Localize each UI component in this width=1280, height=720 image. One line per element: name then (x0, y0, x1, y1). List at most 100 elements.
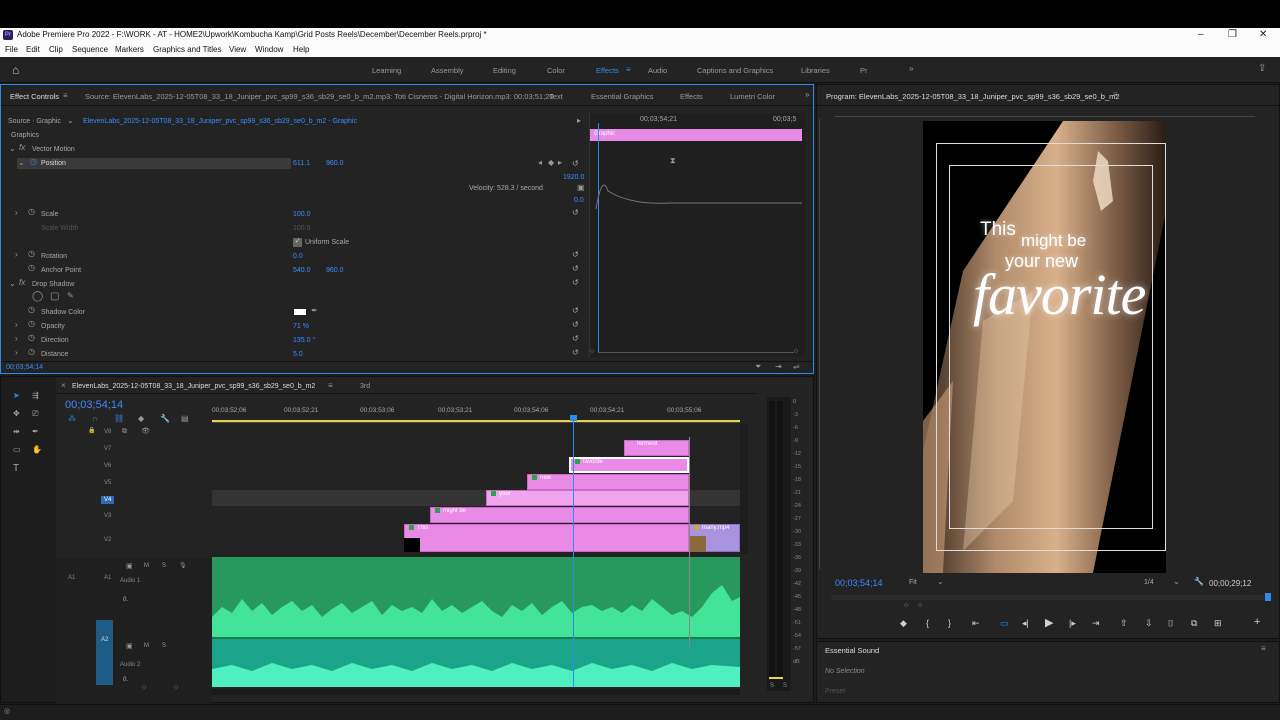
track-v8[interactable]: V8 (104, 429, 111, 435)
slip-tool-icon[interactable]: ⇹ (13, 427, 20, 436)
export-frame-icon[interactable]: ⇥ (775, 363, 782, 371)
solo-a2[interactable]: S (162, 643, 166, 649)
direction-value[interactable]: 135.0 ° (293, 337, 315, 344)
snap-icon[interactable]: ∩ (92, 415, 98, 423)
menu-view[interactable]: View (229, 45, 246, 54)
stopwatch-scale-icon[interactable]: ◷ (28, 208, 35, 216)
go-to-out-icon[interactable]: ⇥ (1092, 618, 1100, 629)
anchor-y[interactable]: 960.0 (326, 267, 344, 274)
track-v5[interactable]: V5 (104, 480, 111, 486)
meter-solo-left[interactable]: S (770, 683, 774, 689)
shadow-color-swatch[interactable] (294, 309, 306, 315)
stopwatch-icon[interactable]: ◷ (30, 158, 37, 166)
track-v2[interactable]: V2 (104, 537, 111, 543)
menu-file[interactable]: File (5, 45, 18, 54)
track-a2[interactable]: A2 (101, 637, 108, 643)
expand-scale-icon[interactable]: › (15, 209, 18, 217)
loop-icon[interactable]: ▭ (1000, 618, 1009, 629)
tab-effect-controls[interactable]: Effect Controls (10, 92, 59, 101)
more-workspaces-icon[interactable]: » (909, 65, 913, 73)
settings-wrench-icon[interactable]: 🔧 (160, 415, 170, 423)
pen-mask-icon[interactable]: ✎ (67, 292, 74, 300)
vr-icon[interactable]: ⊞ (1214, 618, 1222, 629)
share-icon[interactable]: ⇪ (1258, 64, 1266, 74)
add-marker-timeline-icon[interactable]: ◆ (138, 415, 144, 423)
scroll-handle-left[interactable]: ○ (142, 684, 146, 691)
workspace-editing[interactable]: Editing (493, 66, 516, 75)
track-select-tool-icon[interactable]: ⇶ (32, 391, 39, 400)
fit-dropdown[interactable]: Fit (909, 579, 917, 586)
stopwatch-anchor-icon[interactable]: ◷ (28, 264, 35, 272)
workspace-pr[interactable]: Pr (860, 66, 868, 75)
fit-chevron-icon[interactable]: ⌄ (937, 578, 944, 586)
track-v6[interactable]: V6 (104, 463, 111, 469)
mic-a1-icon[interactable]: 🎙 (179, 563, 187, 569)
tab-essential-graphics[interactable]: Essential Graphics (591, 92, 654, 101)
reset-anchor-icon[interactable]: ↺ (572, 264, 579, 273)
solo-a1[interactable]: S (162, 563, 166, 569)
zoom-handle-right[interactable]: ○ (918, 602, 922, 609)
clip-favorite[interactable]: favorite (569, 457, 689, 473)
opacity-value[interactable]: 71 % (293, 323, 309, 330)
checkbox-icon[interactable]: ✓ (293, 238, 302, 247)
expand-rotation-icon[interactable]: › (15, 251, 18, 259)
panel-menu-icon[interactable]: ≡ (63, 92, 68, 100)
workspace-learning[interactable]: Learning (372, 66, 401, 75)
essential-sound-menu-icon[interactable]: ≡ (1261, 645, 1266, 653)
zoom-max-handle[interactable]: ○ (794, 348, 798, 355)
chevron-down-icon[interactable]: ⌄ (67, 117, 74, 125)
clip-path[interactable]: ElevenLabs_2025-12-05T08_33_18_Juniper_p… (83, 118, 357, 125)
menu-markers[interactable]: Markers (115, 45, 144, 54)
text-favorite[interactable]: favorite (973, 261, 1146, 328)
reset-distance-icon[interactable]: ↺ (572, 348, 579, 357)
zoom-handle-left[interactable]: ○ (904, 602, 908, 609)
button-editor-icon[interactable]: + (1254, 616, 1260, 628)
step-back-icon[interactable]: ◂| (1022, 618, 1029, 629)
rotation-value[interactable]: 0.0 (293, 253, 303, 260)
ellipse-mask-icon[interactable]: ◯ (32, 292, 43, 302)
mute-m-a1[interactable]: M (144, 563, 149, 569)
multicam-icon[interactable]: ⧉ (1191, 618, 1197, 629)
menu-clip[interactable]: Clip (49, 45, 63, 54)
mark-out-icon[interactable]: } (948, 618, 951, 628)
captions-icon[interactable]: ▤ (181, 415, 189, 423)
ec-mini-clip[interactable]: Graphic (590, 129, 802, 141)
razor-tool-icon[interactable]: ⎚ (32, 409, 38, 419)
audio-clip-a1[interactable] (212, 557, 740, 637)
close-icon[interactable]: ✕ (1259, 29, 1267, 40)
sync-lock-icon[interactable]: ⧉ (122, 428, 127, 435)
track-a1-id[interactable]: A1 (104, 575, 111, 581)
type-tool-icon[interactable]: T (13, 463, 19, 474)
quality-dropdown[interactable]: 1/4 (1144, 579, 1154, 586)
meter-solo-right[interactable]: S (783, 683, 787, 689)
menu-edit[interactable]: Edit (26, 45, 40, 54)
mute-m-a2[interactable]: M (144, 643, 149, 649)
selection-tool-icon[interactable]: ➤ (13, 391, 20, 400)
program-playhead[interactable] (1265, 593, 1271, 601)
track-v4[interactable]: V4 (101, 496, 115, 504)
sequence-tab-3rd[interactable]: 3rd (360, 383, 370, 390)
a2-target[interactable]: A2 (96, 620, 113, 685)
clip-your[interactable]: your (486, 490, 689, 506)
tab-source[interactable]: Source: ElevenLabs_2025-12-05T08_33_18_J… (85, 92, 554, 101)
a1-level[interactable]: 0. (123, 597, 128, 603)
stopwatch-rotation-icon[interactable]: ◷ (28, 250, 35, 258)
reset-direction-icon[interactable]: ↺ (572, 334, 579, 343)
workspace-effects[interactable]: Effects (596, 66, 619, 75)
stopwatch-opacity-icon[interactable]: ◷ (28, 320, 35, 328)
rect-mask-icon[interactable]: ▢ (50, 292, 59, 302)
reset-opacity-icon[interactable]: ↺ (572, 320, 579, 329)
mute-a1-icon[interactable]: ▣ (126, 563, 133, 570)
text-this[interactable]: This (980, 219, 1016, 241)
workspace-libraries[interactable]: Libraries (801, 66, 830, 75)
stopwatch-shadow-color-icon[interactable]: ◷ (28, 306, 35, 314)
rectangle-tool-icon[interactable]: ▭ (13, 445, 21, 454)
menu-sequence[interactable]: Sequence (72, 45, 108, 54)
a2-level[interactable]: 0. (123, 677, 128, 683)
fx-drop-shadow-icon[interactable]: fx (19, 279, 25, 287)
scroll-handle-right[interactable]: ○ (174, 684, 178, 691)
sequence-menu-icon[interactable]: ≡ (328, 382, 333, 390)
eye-icon[interactable]: 👁 (141, 428, 150, 435)
hand-tool-icon[interactable]: ✋ (32, 445, 42, 454)
distance-value[interactable]: 5.0 (293, 351, 303, 358)
